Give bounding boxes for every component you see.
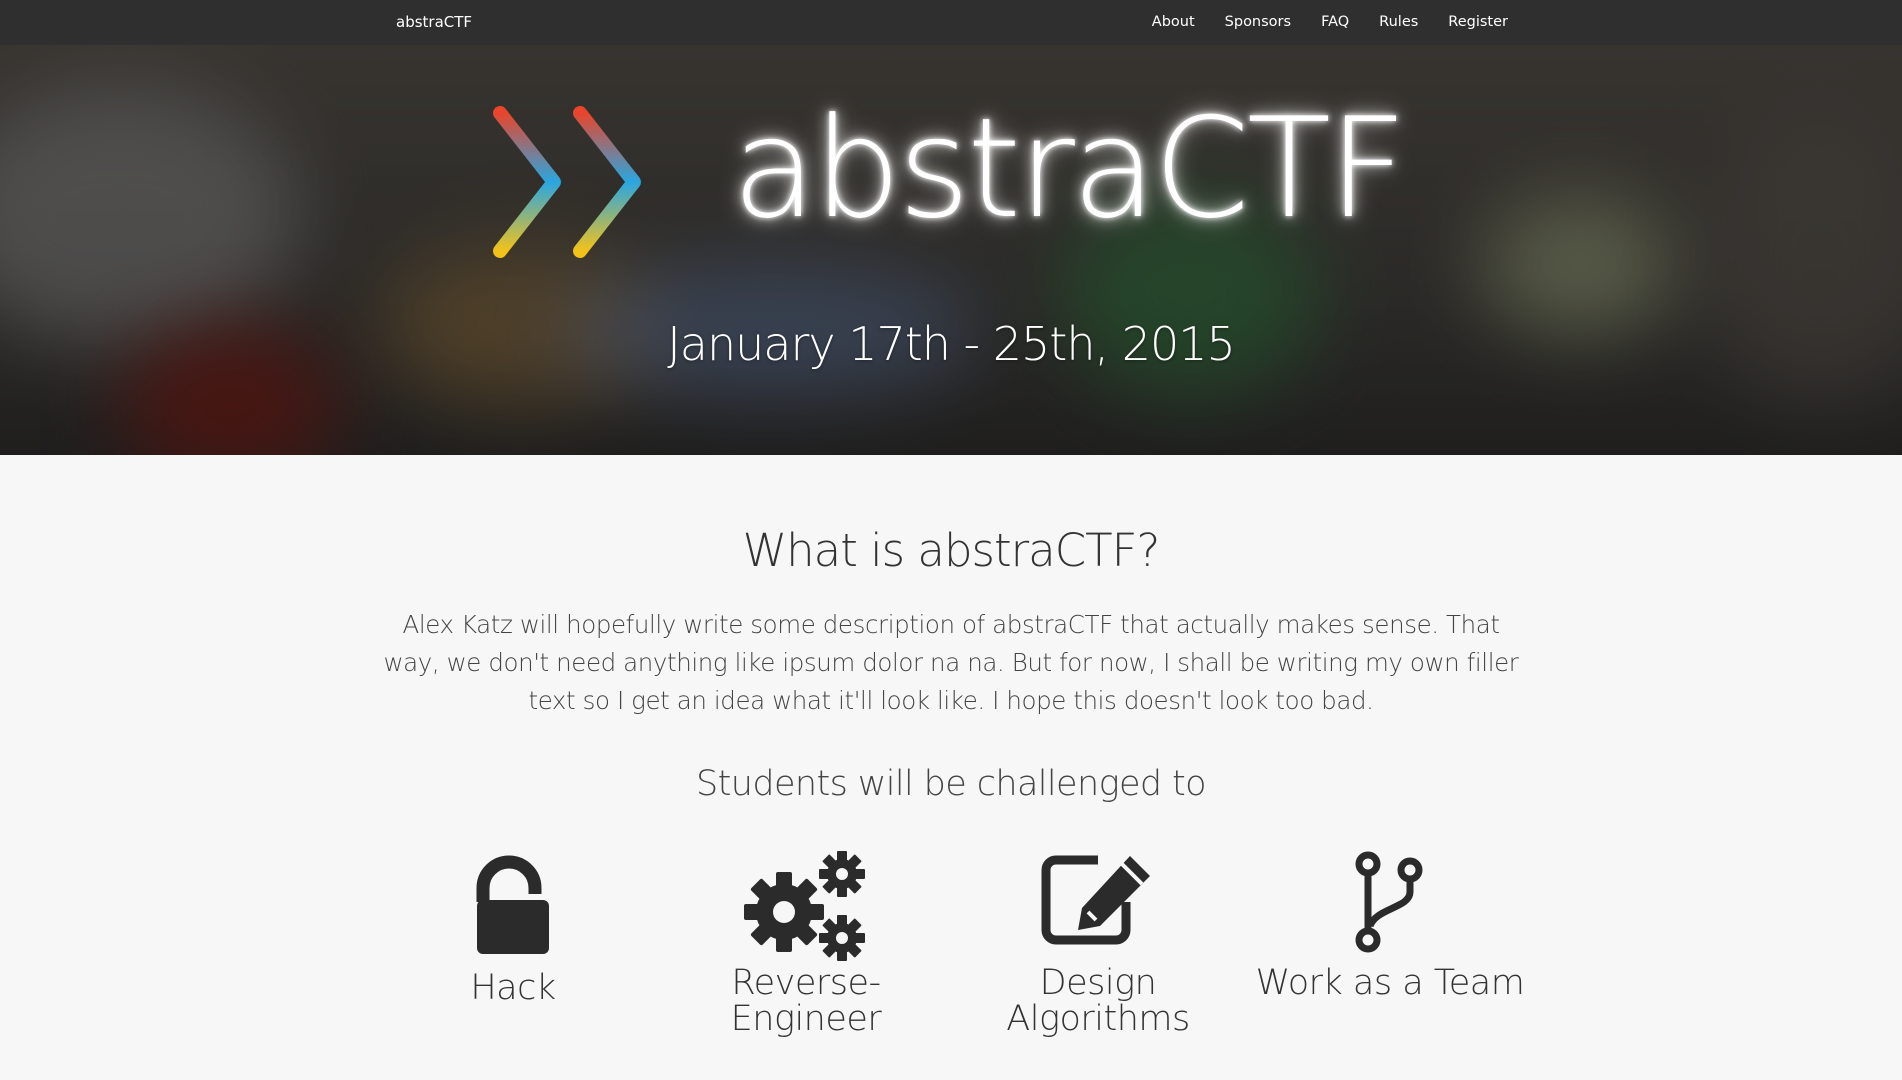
unlock-icon — [476, 855, 549, 954]
edit-icon — [1041, 855, 1150, 945]
nav-link-sponsors[interactable]: Sponsors — [1225, 14, 1291, 30]
hero-banner: abstraCTF January 17th - 25th, 2015 — [0, 45, 1902, 455]
feature-label: Hack — [470, 968, 556, 1008]
feature-hack: Hack — [367, 855, 659, 1006]
nav-link-about[interactable]: About — [1152, 14, 1195, 30]
about-description: Alex Katz will hopefully write some desc… — [383, 610, 1519, 715]
gears-icon — [744, 851, 865, 961]
nav-link-register[interactable]: Register — [1448, 14, 1508, 30]
nav-link-rules[interactable]: Rules — [1379, 14, 1418, 30]
nav-links: About Sponsors FAQ Rules Register — [1152, 0, 1508, 45]
event-dates: January 17th - 25th, 2015 — [667, 317, 1236, 371]
about-title: What is abstraCTF? — [742, 524, 1161, 577]
chevrons-logo-icon — [493, 106, 641, 258]
nav-link-faq[interactable]: FAQ — [1321, 14, 1349, 30]
challenge-heading: Students will be challenged to — [696, 764, 1207, 804]
feature-label: Work as a Team — [1255, 963, 1525, 1003]
code-fork-icon — [1355, 851, 1423, 953]
hero-logo-text: abstraCTF — [732, 88, 1408, 249]
feature-work-as-team: Work as a Team — [1244, 850, 1536, 1001]
feature-design-algorithms: Design Algorithms — [952, 850, 1244, 1037]
feature-reverse-engineer: Reverse-Engineer — [660, 850, 952, 1037]
brand-link[interactable]: abstraCTF — [396, 0, 472, 45]
feature-label: Design Algorithms — [1006, 963, 1190, 1039]
feature-label: Reverse-Engineer — [730, 963, 882, 1039]
top-navbar: abstraCTF About Sponsors FAQ Rules Regis… — [0, 0, 1902, 45]
